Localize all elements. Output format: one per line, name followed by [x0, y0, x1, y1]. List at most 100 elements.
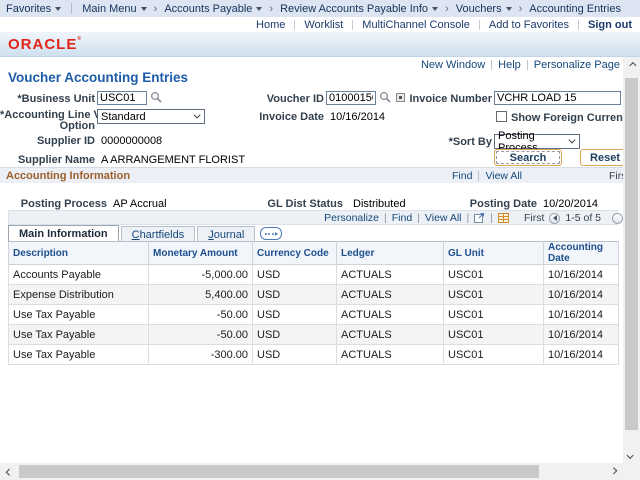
new-window-link[interactable]: New Window	[421, 59, 485, 71]
personalize-page-link[interactable]: Personalize Page	[534, 59, 620, 71]
table-cell: ACTUALS	[337, 285, 444, 305]
table-cell: Accounts Payable	[9, 265, 149, 285]
worklist-link[interactable]: Worklist	[304, 19, 343, 31]
tab-label: ournal	[214, 229, 245, 241]
scroll-left-button[interactable]	[0, 464, 17, 480]
business-unit-label: *Business Unit	[0, 93, 95, 105]
breadcrumb-separator: ›	[519, 3, 523, 15]
table-cell: USD	[253, 285, 337, 305]
breadcrumb-item-review-ap-info[interactable]: Review Accounts Payable Info	[280, 3, 438, 15]
breadcrumb-current-page: Accounting Entries	[529, 3, 621, 15]
tab-label: Main Information	[19, 228, 108, 240]
sign-out-link[interactable]: Sign out	[588, 19, 632, 31]
scroll-right-button[interactable]	[606, 464, 623, 480]
section-first-label: First	[609, 170, 623, 182]
grid-tabs: Main Information Chartfields Journal	[8, 225, 282, 241]
divider: |	[467, 212, 470, 224]
table-cell: Expense Distribution	[9, 285, 149, 305]
section-links: Find View All	[452, 170, 522, 182]
breadcrumb-item-accounts-payable[interactable]: Accounts Payable	[164, 3, 262, 15]
sort-by-label: *Sort By	[430, 136, 492, 148]
business-unit-input[interactable]	[97, 91, 147, 105]
page-title: Voucher Accounting Entries	[8, 70, 188, 85]
divider: |	[490, 212, 493, 224]
multichannel-console-link[interactable]: MultiChannel Console	[362, 19, 470, 31]
scroll-up-button[interactable]	[623, 57, 640, 73]
table-cell: 10/16/2014	[544, 345, 619, 365]
voucher-id-label: Voucher ID	[240, 93, 324, 105]
accounting-line-view-value: Standard	[101, 111, 146, 123]
voucher-id-input[interactable]	[326, 91, 376, 105]
chevron-down-icon	[256, 7, 262, 11]
page-links: New Window Help Personalize Page	[421, 59, 620, 71]
scroll-down-button[interactable]	[623, 447, 640, 463]
business-unit-lookup-icon[interactable]	[150, 91, 163, 104]
divider	[352, 20, 353, 30]
tab-label: hartfields	[140, 229, 185, 241]
grid-view-all-link[interactable]: View All	[425, 212, 462, 224]
accounting-information-title: Accounting Information	[6, 170, 130, 182]
voucher-id-lookup-icon[interactable]	[379, 91, 392, 104]
download-icon[interactable]	[498, 213, 509, 223]
utility-nav: Home Worklist MultiChannel Console Add t…	[0, 17, 640, 32]
divider	[578, 20, 579, 30]
tab-main-information[interactable]: Main Information	[8, 225, 119, 241]
breadcrumb-favorites[interactable]: Favorites	[6, 3, 61, 15]
home-link[interactable]: Home	[256, 19, 285, 31]
sort-by-select[interactable]: Posting Process	[494, 134, 580, 149]
accounting-information-header: Accounting Information Find View All Fir…	[0, 167, 623, 183]
accounting-line-view-label-line2: Option	[60, 120, 95, 132]
invoice-number-label: Invoice Number	[400, 93, 492, 105]
reset-button[interactable]: Reset	[580, 149, 623, 166]
scrollbar-corner	[623, 463, 640, 480]
vertical-scroll-thumb[interactable]	[625, 78, 638, 430]
vertical-scrollbar[interactable]	[623, 57, 640, 463]
add-to-favorites-link[interactable]: Add to Favorites	[489, 19, 569, 31]
table-cell: ACTUALS	[337, 305, 444, 325]
zoom-grid-icon[interactable]	[474, 213, 485, 223]
table-cell: -50.00	[149, 305, 253, 325]
grid-body: Accounts Payable-5,000.00USDACTUALSUSC01…	[9, 265, 619, 365]
table-cell: USC01	[444, 325, 544, 345]
chevron-down-icon	[194, 112, 201, 119]
tab-chartfields[interactable]: Chartfields	[121, 226, 196, 241]
horizontal-scroll-track[interactable]	[17, 463, 606, 480]
horizontal-scrollbar-row	[0, 463, 640, 480]
table-cell: USD	[253, 345, 337, 365]
section-view-all-link[interactable]: View All	[485, 170, 522, 182]
grid-find-link[interactable]: Find	[392, 212, 412, 224]
grid-personalize-link[interactable]: Personalize	[324, 212, 379, 224]
divider	[527, 60, 528, 70]
show-all-columns-icon[interactable]	[260, 227, 282, 240]
show-foreign-currency-label: Show Foreign Currency	[511, 112, 623, 124]
accounting-entries-table: Description Monetary Amount Currency Cod…	[8, 241, 619, 365]
invoice-number-input[interactable]	[494, 91, 621, 105]
breadcrumb-main-menu[interactable]: Main Menu	[82, 3, 146, 15]
accounting-line-view-select[interactable]: Standard	[97, 109, 205, 124]
column-header-gl-unit: GL Unit	[444, 242, 544, 265]
help-link[interactable]: Help	[498, 59, 521, 71]
table-cell: 10/16/2014	[544, 285, 619, 305]
breadcrumb: Favorites Main Menu › Accounts Payable ›…	[0, 0, 640, 17]
show-foreign-currency-checkbox[interactable]	[496, 111, 507, 122]
breadcrumb-item-label: Vouchers	[456, 3, 502, 15]
table-cell: USC01	[444, 265, 544, 285]
breadcrumb-separator: ›	[154, 3, 158, 15]
divider	[294, 20, 295, 30]
breadcrumb-item-label: Accounts Payable	[164, 3, 252, 15]
tab-journal[interactable]: Journal	[197, 226, 255, 241]
horizontal-scroll-thumb[interactable]	[19, 465, 539, 478]
gl-dist-status-value: Distributed	[353, 198, 406, 210]
posting-date-label: Posting Date	[430, 198, 537, 210]
horizontal-scrollbar[interactable]	[0, 463, 623, 480]
oracle-logo: ORACLE®	[8, 37, 82, 52]
table-header-row: Description Monetary Amount Currency Cod…	[9, 242, 619, 265]
invoice-date-value: 10/16/2014	[330, 111, 385, 123]
vertical-scroll-track[interactable]	[623, 73, 640, 447]
section-find-link[interactable]: Find	[452, 170, 472, 182]
breadcrumb-item-vouchers[interactable]: Vouchers	[456, 3, 512, 15]
search-button[interactable]: Search	[494, 149, 562, 166]
first-page-icon[interactable]	[549, 213, 560, 224]
triangle-left-icon	[553, 215, 557, 221]
last-page-icon[interactable]	[612, 213, 623, 224]
